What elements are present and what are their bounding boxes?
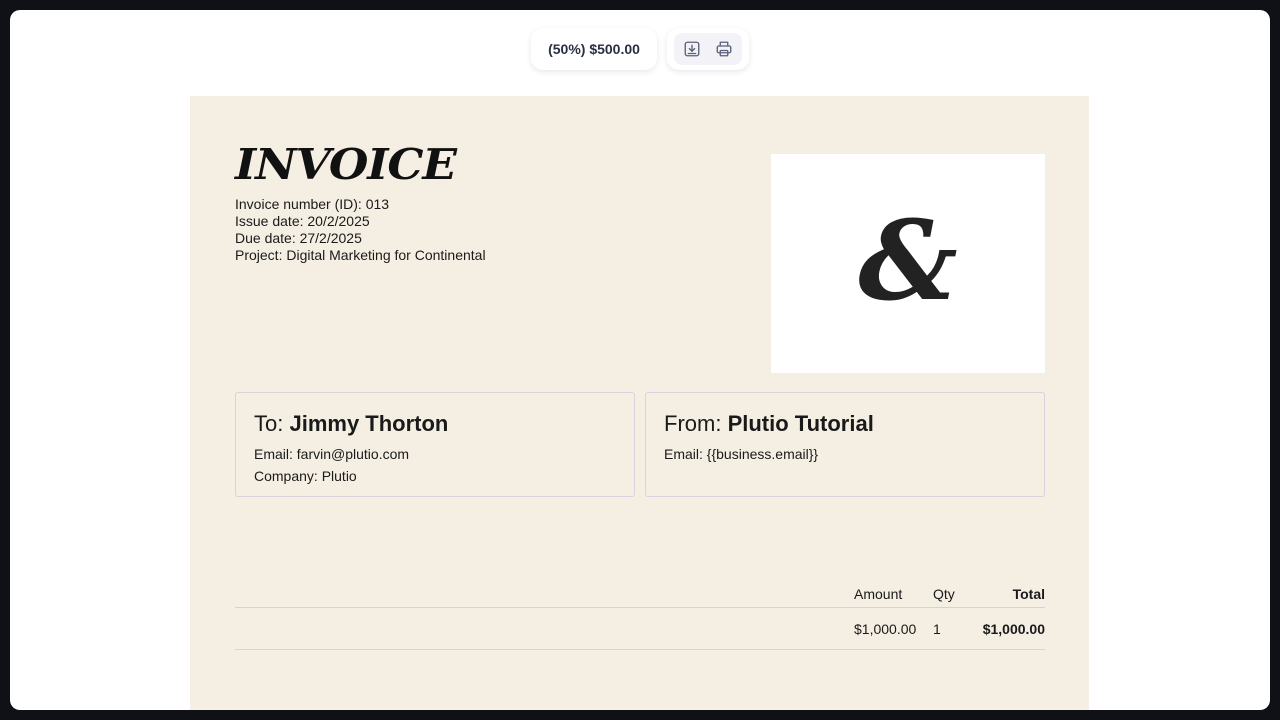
bill-from-heading: From: Plutio Tutorial: [664, 411, 1026, 437]
download-button[interactable]: [678, 35, 706, 63]
bill-to-heading: To: Jimmy Thorton: [254, 411, 616, 437]
browser-viewport: (50%) $500.00 INVOICE Invoice number (ID…: [10, 10, 1270, 710]
print-button[interactable]: [710, 35, 738, 63]
invoice-document: INVOICE Invoice number (ID): 013 Issue d…: [190, 96, 1089, 710]
row-total: $1,000.00: [982, 620, 1045, 637]
invoice-toolbar: (50%) $500.00: [10, 28, 1270, 70]
bill-to-card: To: Jimmy Thorton Email: farvin@plutio.c…: [235, 392, 635, 497]
client-company: Company: Plutio: [254, 468, 357, 484]
invoice-actions: [666, 28, 749, 70]
download-icon: [684, 41, 700, 57]
payment-amount-button[interactable]: (50%) $500.00: [531, 28, 657, 70]
issue-date: Issue date: 20/2/2025: [235, 213, 370, 229]
payment-amount-label: (50%) $500.00: [548, 41, 640, 57]
actions-group: [673, 33, 742, 65]
table-header: Amount Qty Total: [235, 580, 1045, 608]
invoice-number: Invoice number (ID): 013: [235, 196, 390, 212]
line-items-table: Amount Qty Total $1,000.00 1 $1,000.00: [235, 580, 1045, 650]
invoice-meta: Invoice number (ID): 013 Issue date: 20/…: [235, 196, 486, 264]
bill-from-card: From: Plutio Tutorial Email: {{business.…: [645, 392, 1045, 497]
project-name: Project: Digital Marketing for Continent…: [235, 247, 486, 263]
client-name: Jimmy Thorton: [289, 411, 449, 436]
row-amount: $1,000.00: [854, 620, 917, 637]
row-qty: 1: [933, 620, 941, 637]
invoice-title: INVOICE: [235, 140, 457, 189]
printer-icon: [716, 41, 732, 57]
bill-from-prefix: From:: [664, 411, 728, 436]
header-amount: Amount: [854, 585, 903, 602]
client-email: Email: farvin@plutio.com: [254, 446, 410, 462]
header-qty: Qty: [933, 585, 955, 602]
table-row: $1,000.00 1 $1,000.00: [235, 608, 1045, 650]
header-total: Total: [1012, 585, 1045, 602]
business-name: Plutio Tutorial: [727, 411, 874, 436]
ampersand-logo-icon: &: [858, 195, 958, 325]
bill-to-prefix: To:: [254, 411, 290, 436]
due-date: Due date: 27/2/2025: [235, 230, 362, 246]
company-logo: &: [771, 154, 1045, 373]
business-email: Email: {{business.email}}: [664, 446, 819, 462]
